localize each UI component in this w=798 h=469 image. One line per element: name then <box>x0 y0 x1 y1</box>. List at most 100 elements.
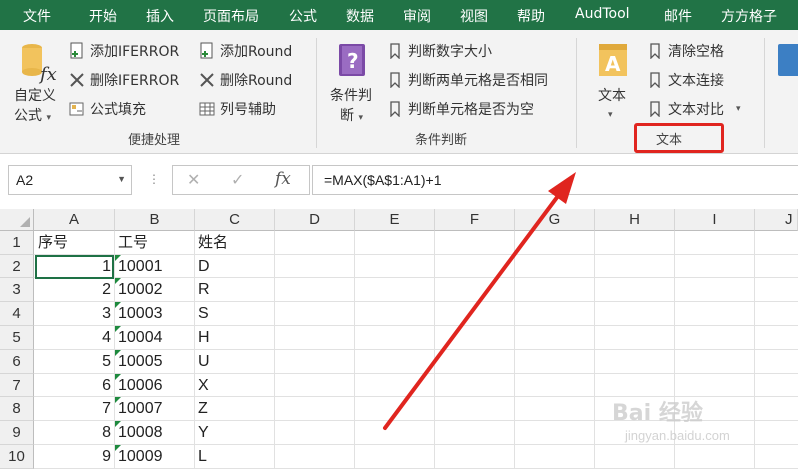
bookmark-icon <box>386 42 404 60</box>
cell-c8[interactable]: Z <box>195 397 274 420</box>
column-helper-button[interactable]: 列号辅助 <box>198 98 276 120</box>
cell-a7[interactable]: 6 <box>35 374 114 397</box>
custom-formula-label-1: 自定义 <box>14 88 56 104</box>
text-compare-button[interactable]: 文本对比 ▾ <box>646 98 741 120</box>
row-header-7[interactable]: 7 <box>0 374 34 397</box>
cell-a10[interactable]: 9 <box>35 445 114 468</box>
insert-function-icon[interactable]: fx <box>275 169 291 189</box>
cell-c1[interactable]: 姓名 <box>195 231 274 254</box>
cell-c2[interactable]: D <box>195 255 274 278</box>
confirm-icon[interactable]: ✓ <box>231 170 244 189</box>
cell-c10[interactable]: L <box>195 445 274 468</box>
active-cell-selection <box>35 255 114 279</box>
group-separator <box>576 38 577 148</box>
tab-view[interactable]: 视图 <box>460 6 488 26</box>
judge-empty-button[interactable]: 判断单元格是否为空 <box>386 98 534 120</box>
cell-c4[interactable]: S <box>195 302 274 325</box>
tab-mail[interactable]: 邮件 <box>664 6 692 26</box>
drag-handle-icon[interactable]: ⋮ <box>148 172 160 186</box>
judge-number-button[interactable]: 判断数字大小 <box>386 40 492 62</box>
text-button[interactable]: A 文本 ▾ <box>588 40 638 124</box>
row-header-2[interactable]: 2 <box>0 255 34 278</box>
tab-formulas[interactable]: 公式 <box>289 6 317 26</box>
cell-a4[interactable]: 3 <box>35 302 114 325</box>
judge-two-cells-button[interactable]: 判断两单元格是否相同 <box>386 69 548 91</box>
cell-b7[interactable]: 10006 <box>115 374 194 397</box>
tab-page-layout[interactable]: 页面布局 <box>203 6 259 26</box>
remove-round-label: 删除Round <box>220 73 293 89</box>
tab-file[interactable]: 文件 <box>23 6 51 26</box>
row-header-9[interactable]: 9 <box>0 421 34 445</box>
function-fx-icon: fx <box>22 44 57 85</box>
cancel-icon[interactable]: ✕ <box>187 170 200 189</box>
tab-insert[interactable]: 插入 <box>146 6 174 26</box>
text-number-flag-icon <box>115 278 121 284</box>
add-iferror-button[interactable]: 添加IFERROR <box>68 40 179 62</box>
cell-a9[interactable]: 8 <box>35 421 114 444</box>
col-header-e[interactable]: E <box>355 209 435 231</box>
cell-a6[interactable]: 5 <box>35 350 114 373</box>
cell-b2[interactable]: 10001 <box>115 255 194 278</box>
text-join-button[interactable]: 文本连接 <box>646 69 724 91</box>
row-header-8[interactable]: 8 <box>0 397 34 421</box>
group-separator <box>764 38 765 148</box>
cell-b8[interactable]: 10007 <box>115 397 194 420</box>
cell-c3[interactable]: R <box>195 278 274 301</box>
row-header-5[interactable]: 5 <box>0 326 34 350</box>
cell-a1[interactable]: 序号 <box>35 231 114 254</box>
row-header-4[interactable]: 4 <box>0 302 34 326</box>
col-header-i[interactable]: I <box>675 209 755 231</box>
svg-text:?: ? <box>347 49 359 73</box>
tab-home[interactable]: 开始 <box>89 6 117 26</box>
cell-b10[interactable]: 10009 <box>115 445 194 468</box>
tab-help[interactable]: 帮助 <box>517 6 545 26</box>
tab-data[interactable]: 数据 <box>346 6 374 26</box>
row-header-6[interactable]: 6 <box>0 350 34 374</box>
row-header-1[interactable]: 1 <box>0 231 34 255</box>
tab-audtool[interactable]: AudTool <box>575 6 630 22</box>
col-header-d[interactable]: D <box>275 209 355 231</box>
judge-empty-label: 判断单元格是否为空 <box>408 102 534 118</box>
col-header-j[interactable]: J <box>755 209 798 231</box>
cell-c9[interactable]: Y <box>195 421 274 444</box>
svg-text:A: A <box>605 52 621 76</box>
cell-b6[interactable]: 10005 <box>115 350 194 373</box>
book-icon: ? <box>339 44 365 76</box>
custom-formula-button[interactable]: fx 自定义 公式 ▾ <box>10 40 62 124</box>
svg-text:fx: fx <box>38 64 57 85</box>
cell-a3[interactable]: 2 <box>35 278 114 301</box>
col-header-g[interactable]: G <box>515 209 595 231</box>
cell-a8[interactable]: 7 <box>35 397 114 420</box>
cell-c7[interactable]: X <box>195 374 274 397</box>
cell-b4[interactable]: 10003 <box>115 302 194 325</box>
chevron-down-icon[interactable]: ▼ <box>117 174 126 184</box>
col-header-h[interactable]: H <box>595 209 675 231</box>
partial-next-icon <box>778 44 798 76</box>
cell-b3[interactable]: 10002 <box>115 278 194 301</box>
formula-fill-button[interactable]: 公式填充 <box>68 98 146 120</box>
cell-b1[interactable]: 工号 <box>115 231 194 254</box>
remove-round-button[interactable]: 删除Round <box>198 69 292 91</box>
cell-b5[interactable]: 10004 <box>115 326 194 349</box>
row-header-3[interactable]: 3 <box>0 278 34 302</box>
clear-spaces-button[interactable]: 清除空格 <box>646 40 724 62</box>
remove-iferror-button[interactable]: 删除IFERROR <box>68 69 179 91</box>
col-header-b[interactable]: B <box>115 209 195 231</box>
col-header-a[interactable]: A <box>34 209 115 231</box>
cell-c5[interactable]: H <box>195 326 274 349</box>
cell-a5[interactable]: 4 <box>35 326 114 349</box>
grid-icon <box>198 100 216 118</box>
baidu-watermark: Bai 经验 <box>612 401 703 426</box>
formula-input[interactable]: =MAX($A$1:A1)+1 <box>312 165 798 195</box>
row-header-10[interactable]: 10 <box>0 445 34 469</box>
tab-fangfang[interactable]: 方方格子 <box>721 6 777 26</box>
col-header-c[interactable]: C <box>195 209 275 231</box>
cell-c6[interactable]: U <box>195 350 274 373</box>
select-all-corner[interactable] <box>0 209 34 231</box>
cell-b9[interactable]: 10008 <box>115 421 194 444</box>
condition-button[interactable]: ? 条件判 断 ▾ <box>326 40 378 124</box>
tab-review[interactable]: 审阅 <box>403 6 431 26</box>
add-round-button[interactable]: 添加Round <box>198 40 292 62</box>
name-box[interactable]: A2 ▼ <box>8 165 132 195</box>
col-header-f[interactable]: F <box>435 209 515 231</box>
